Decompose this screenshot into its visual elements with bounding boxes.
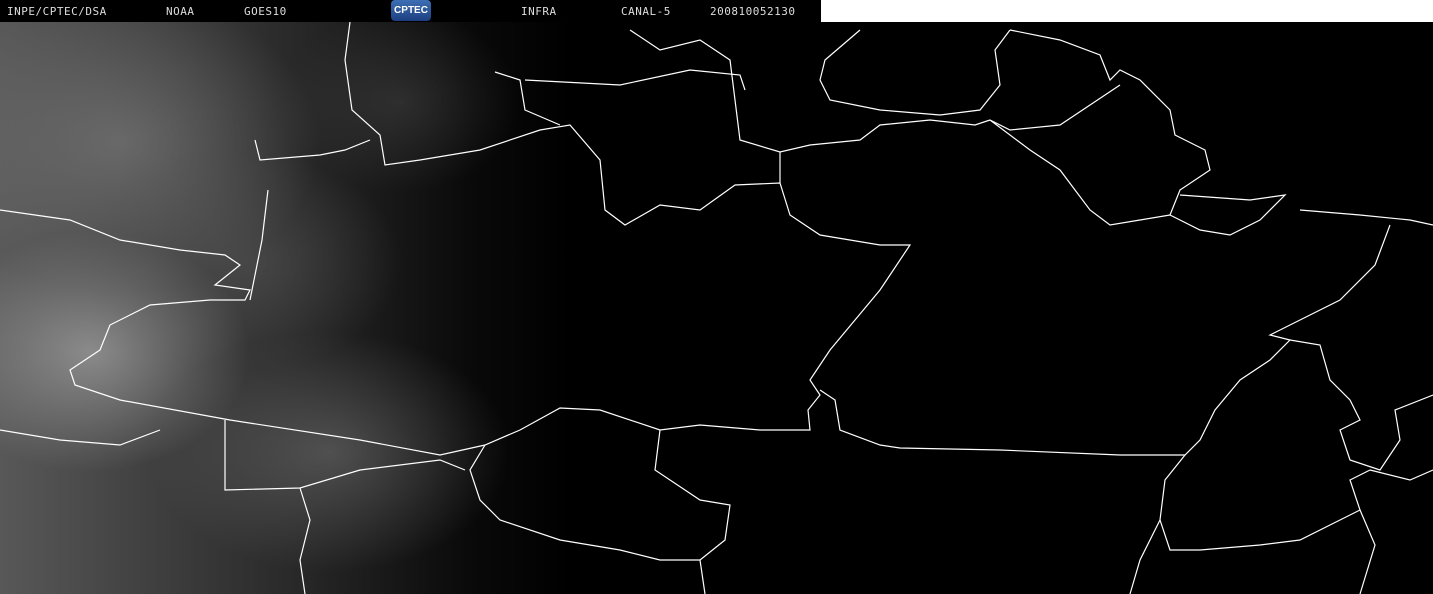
border-line [819, 224, 1391, 456]
image-header: INPE/CPTEC/DSA NOAA GOES10 CPTEC INFRA C… [0, 0, 821, 22]
border-line [1369, 469, 1433, 481]
border-line [254, 139, 371, 161]
satellite-label: GOES10 [244, 5, 287, 18]
border-line [1299, 209, 1433, 226]
border-line [989, 84, 1121, 131]
border-line [524, 69, 746, 91]
border-line [1129, 519, 1161, 594]
border-line [1159, 454, 1371, 551]
border-line [629, 29, 991, 153]
header-blank-area [821, 0, 1433, 22]
cptec-logo: CPTEC [391, 0, 431, 21]
product-label: INFRA [521, 5, 557, 18]
border-line [1359, 509, 1376, 594]
border-line [654, 429, 731, 594]
border-line [469, 444, 700, 561]
border-line [299, 487, 311, 594]
agency-label: NOAA [166, 5, 195, 18]
datetime-label: 200810052130 [710, 5, 796, 18]
border-line [0, 429, 161, 446]
border-line [1289, 339, 1433, 471]
border-line [0, 22, 912, 456]
border-line [989, 119, 1171, 226]
border-line [1009, 29, 1287, 236]
source-label: INPE/CPTEC/DSA [7, 5, 107, 18]
political-borders-overlay [0, 22, 1433, 594]
border-line [249, 189, 269, 301]
border-line [224, 420, 466, 491]
border-line [819, 29, 1011, 116]
channel-label: CANAL-5 [621, 5, 671, 18]
